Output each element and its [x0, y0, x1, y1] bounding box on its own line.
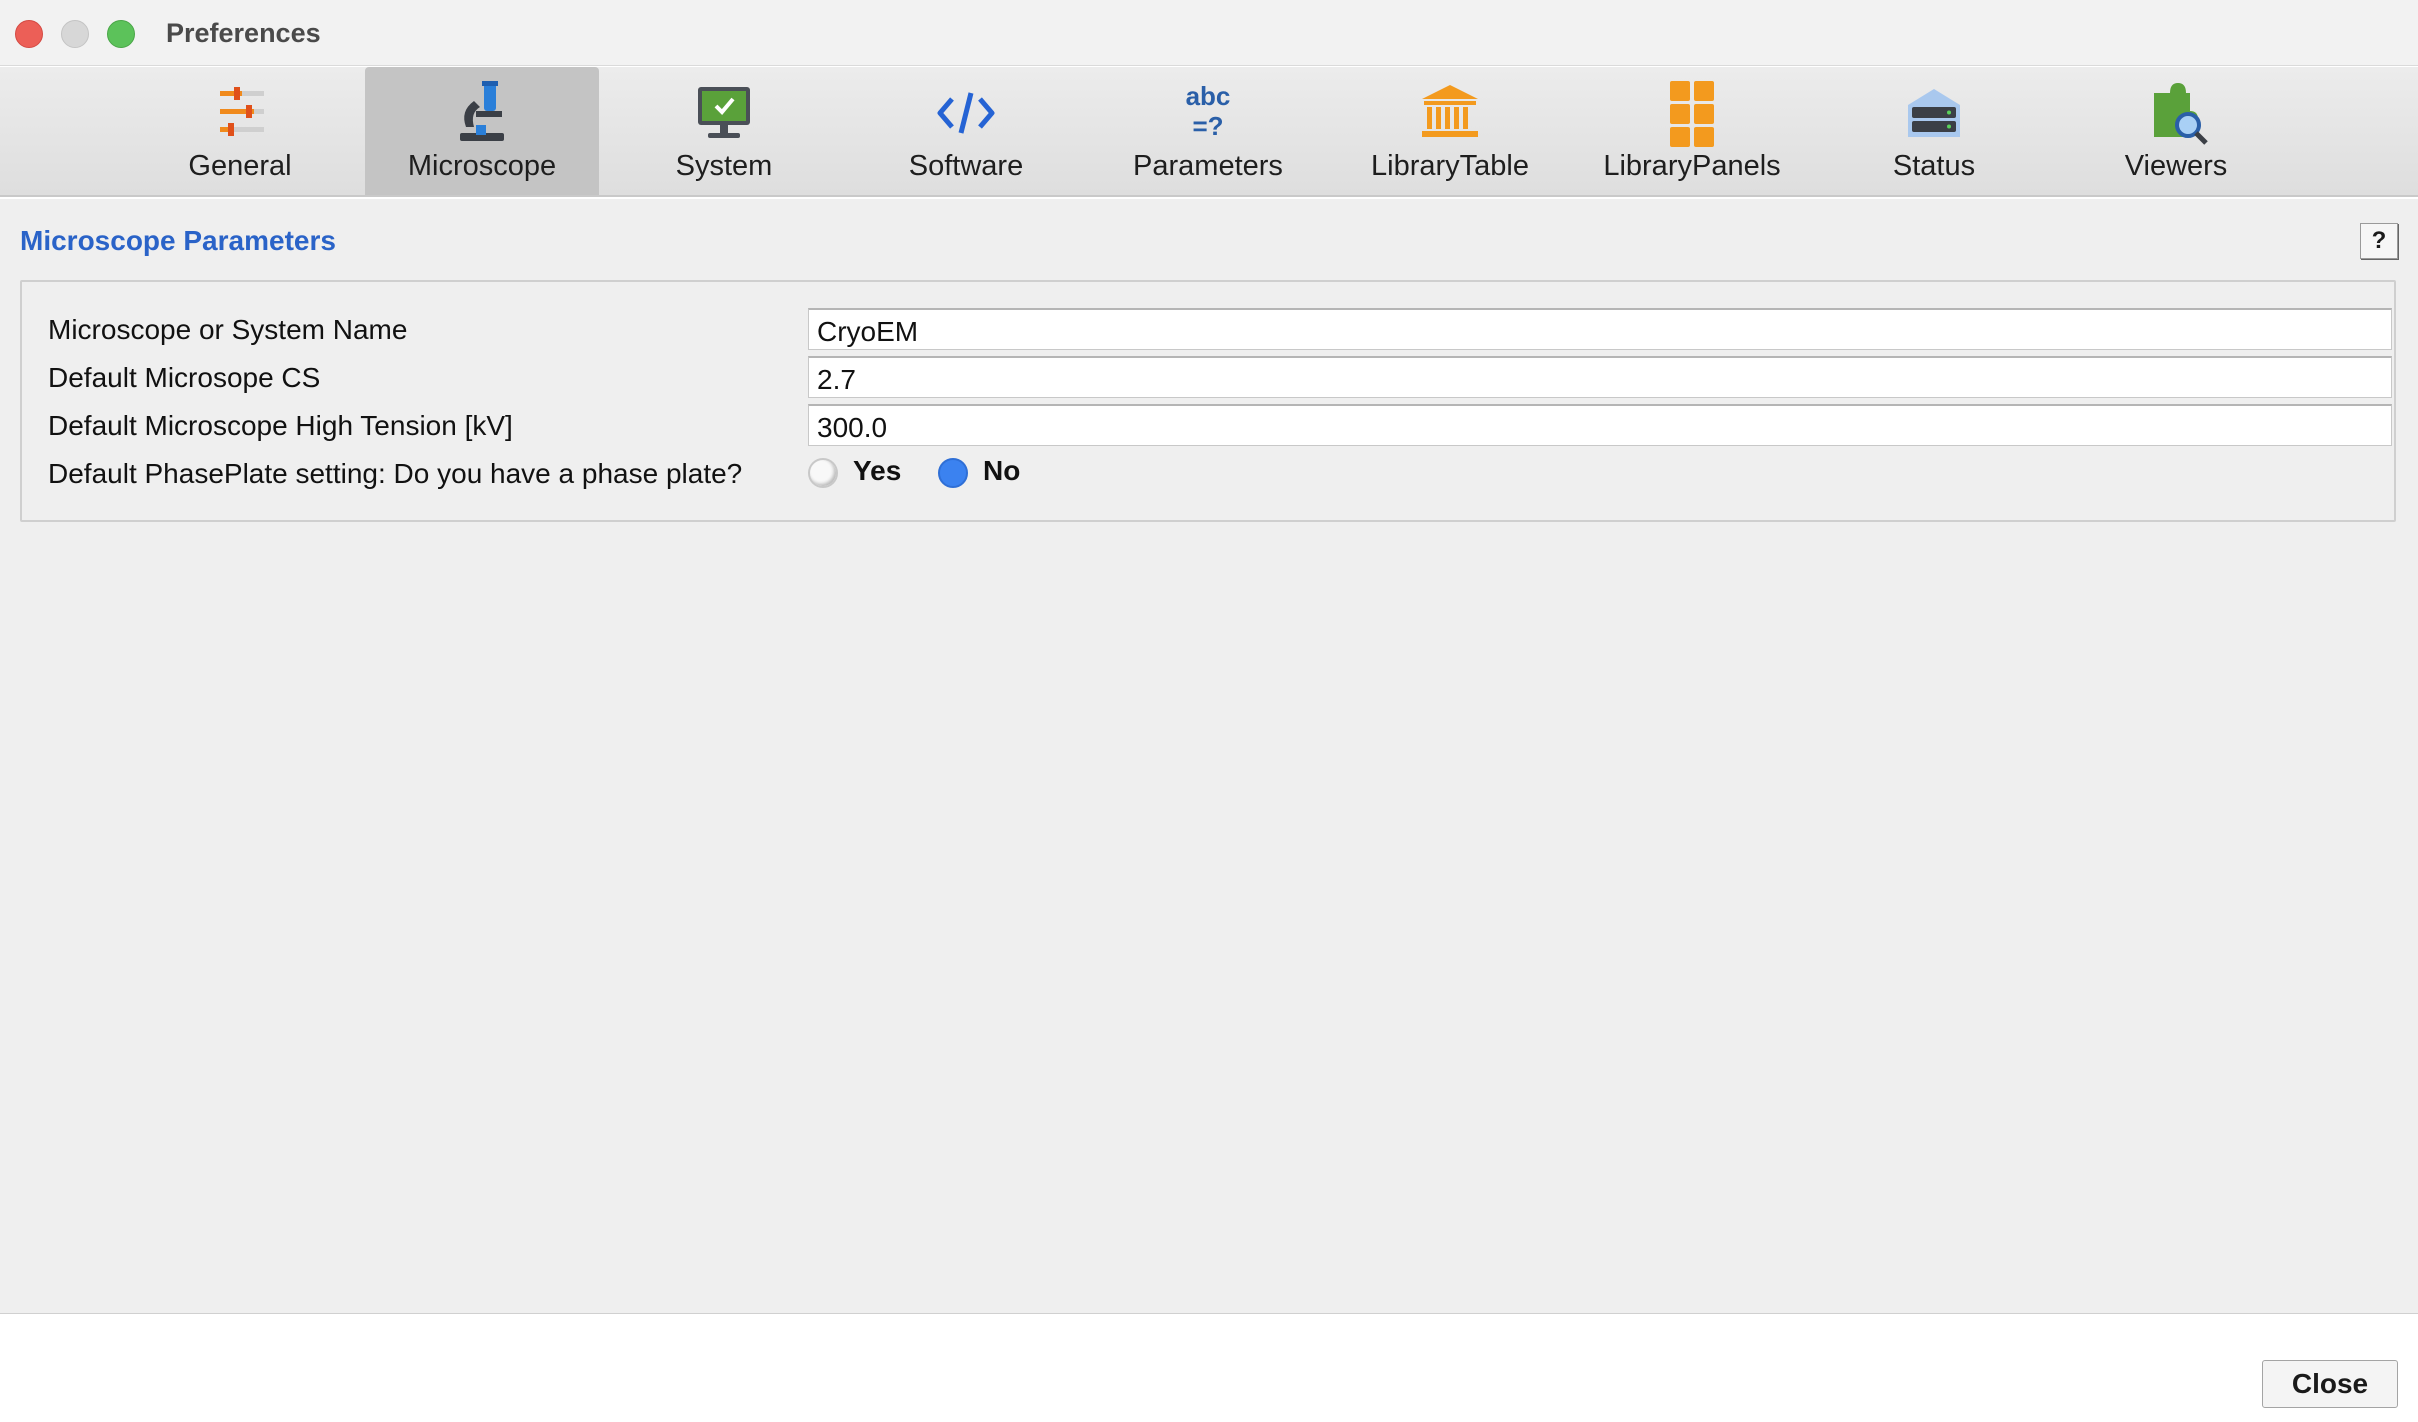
window-close-button[interactable] — [15, 20, 43, 48]
high-tension-label: Default Microscope High Tension [kV] — [48, 410, 513, 441]
close-button[interactable]: Close — [2262, 1360, 2398, 1408]
tab-viewers[interactable]: Viewers — [2059, 67, 2293, 195]
phase-plate-yes-radio[interactable] — [808, 458, 838, 488]
high-tension-field[interactable]: 300.0 — [808, 404, 2392, 446]
tab-parameters[interactable]: abc =? Parameters — [1091, 67, 1325, 195]
microscope-parameters-group: Microscope or System Name CryoEM Default… — [20, 280, 2396, 522]
title-bar: Preferences — [0, 0, 2418, 66]
dialog-footer: Close — [0, 1315, 2418, 1422]
window-title: Preferences — [166, 18, 321, 48]
tab-label: LibraryTable — [1371, 150, 1529, 182]
tab-label: LibraryPanels — [1603, 150, 1781, 182]
tab-general[interactable]: General — [123, 67, 357, 195]
tab-librarypanels[interactable]: LibraryPanels — [1575, 67, 1809, 195]
tab-label: System — [675, 150, 773, 182]
server-status-icon — [1898, 77, 1970, 149]
monitor-check-icon — [688, 77, 760, 149]
tab-status[interactable]: Status — [1817, 67, 2051, 195]
microscope-icon — [446, 77, 518, 149]
tab-label: Viewers — [2124, 150, 2228, 182]
tab-label: Status — [1892, 150, 1976, 182]
tab-microscope[interactable]: Microscope — [365, 67, 599, 195]
phase-plate-label: Default PhasePlate setting: Do you have … — [48, 458, 743, 489]
tab-software[interactable]: Software — [849, 67, 1083, 195]
puzzle-search-icon — [2140, 77, 2212, 149]
system-name-label: Microscope or System Name — [48, 314, 408, 345]
tab-label: Software — [908, 150, 1024, 182]
section-title: Microscope Parameters — [20, 225, 336, 256]
sliders-icon — [204, 77, 276, 149]
preferences-content: Microscope Parameters ? Microscope or Sy… — [0, 199, 2418, 1314]
phase-plate-no-radio[interactable] — [938, 458, 968, 488]
tab-label: General — [188, 150, 292, 182]
svg-text:=?: =? — [1192, 111, 1223, 141]
window-zoom-button[interactable] — [107, 20, 135, 48]
svg-text:abc: abc — [1186, 81, 1231, 111]
tab-system[interactable]: System — [607, 67, 841, 195]
tab-label: Parameters — [1133, 150, 1283, 182]
library-icon — [1414, 77, 1486, 149]
window-minimize-button[interactable] — [61, 20, 89, 48]
tab-label: Microscope — [407, 150, 557, 182]
cs-label: Default Microsope CS — [48, 362, 321, 393]
tab-librarytable[interactable]: LibraryTable — [1333, 67, 1567, 195]
help-button[interactable]: ? — [2360, 223, 2398, 259]
preferences-toolbar: General Microscope System Software abc =… — [0, 67, 2418, 197]
phase-plate-yes-label[interactable]: Yes — [853, 455, 901, 487]
cs-field[interactable]: 2.7 — [808, 356, 2392, 398]
phase-plate-no-label[interactable]: No — [983, 455, 1020, 487]
system-name-field[interactable]: CryoEM — [808, 308, 2392, 350]
abc-equals-icon: abc =? — [1172, 77, 1244, 149]
code-icon — [930, 77, 1002, 149]
panels-grid-icon — [1656, 77, 1728, 149]
